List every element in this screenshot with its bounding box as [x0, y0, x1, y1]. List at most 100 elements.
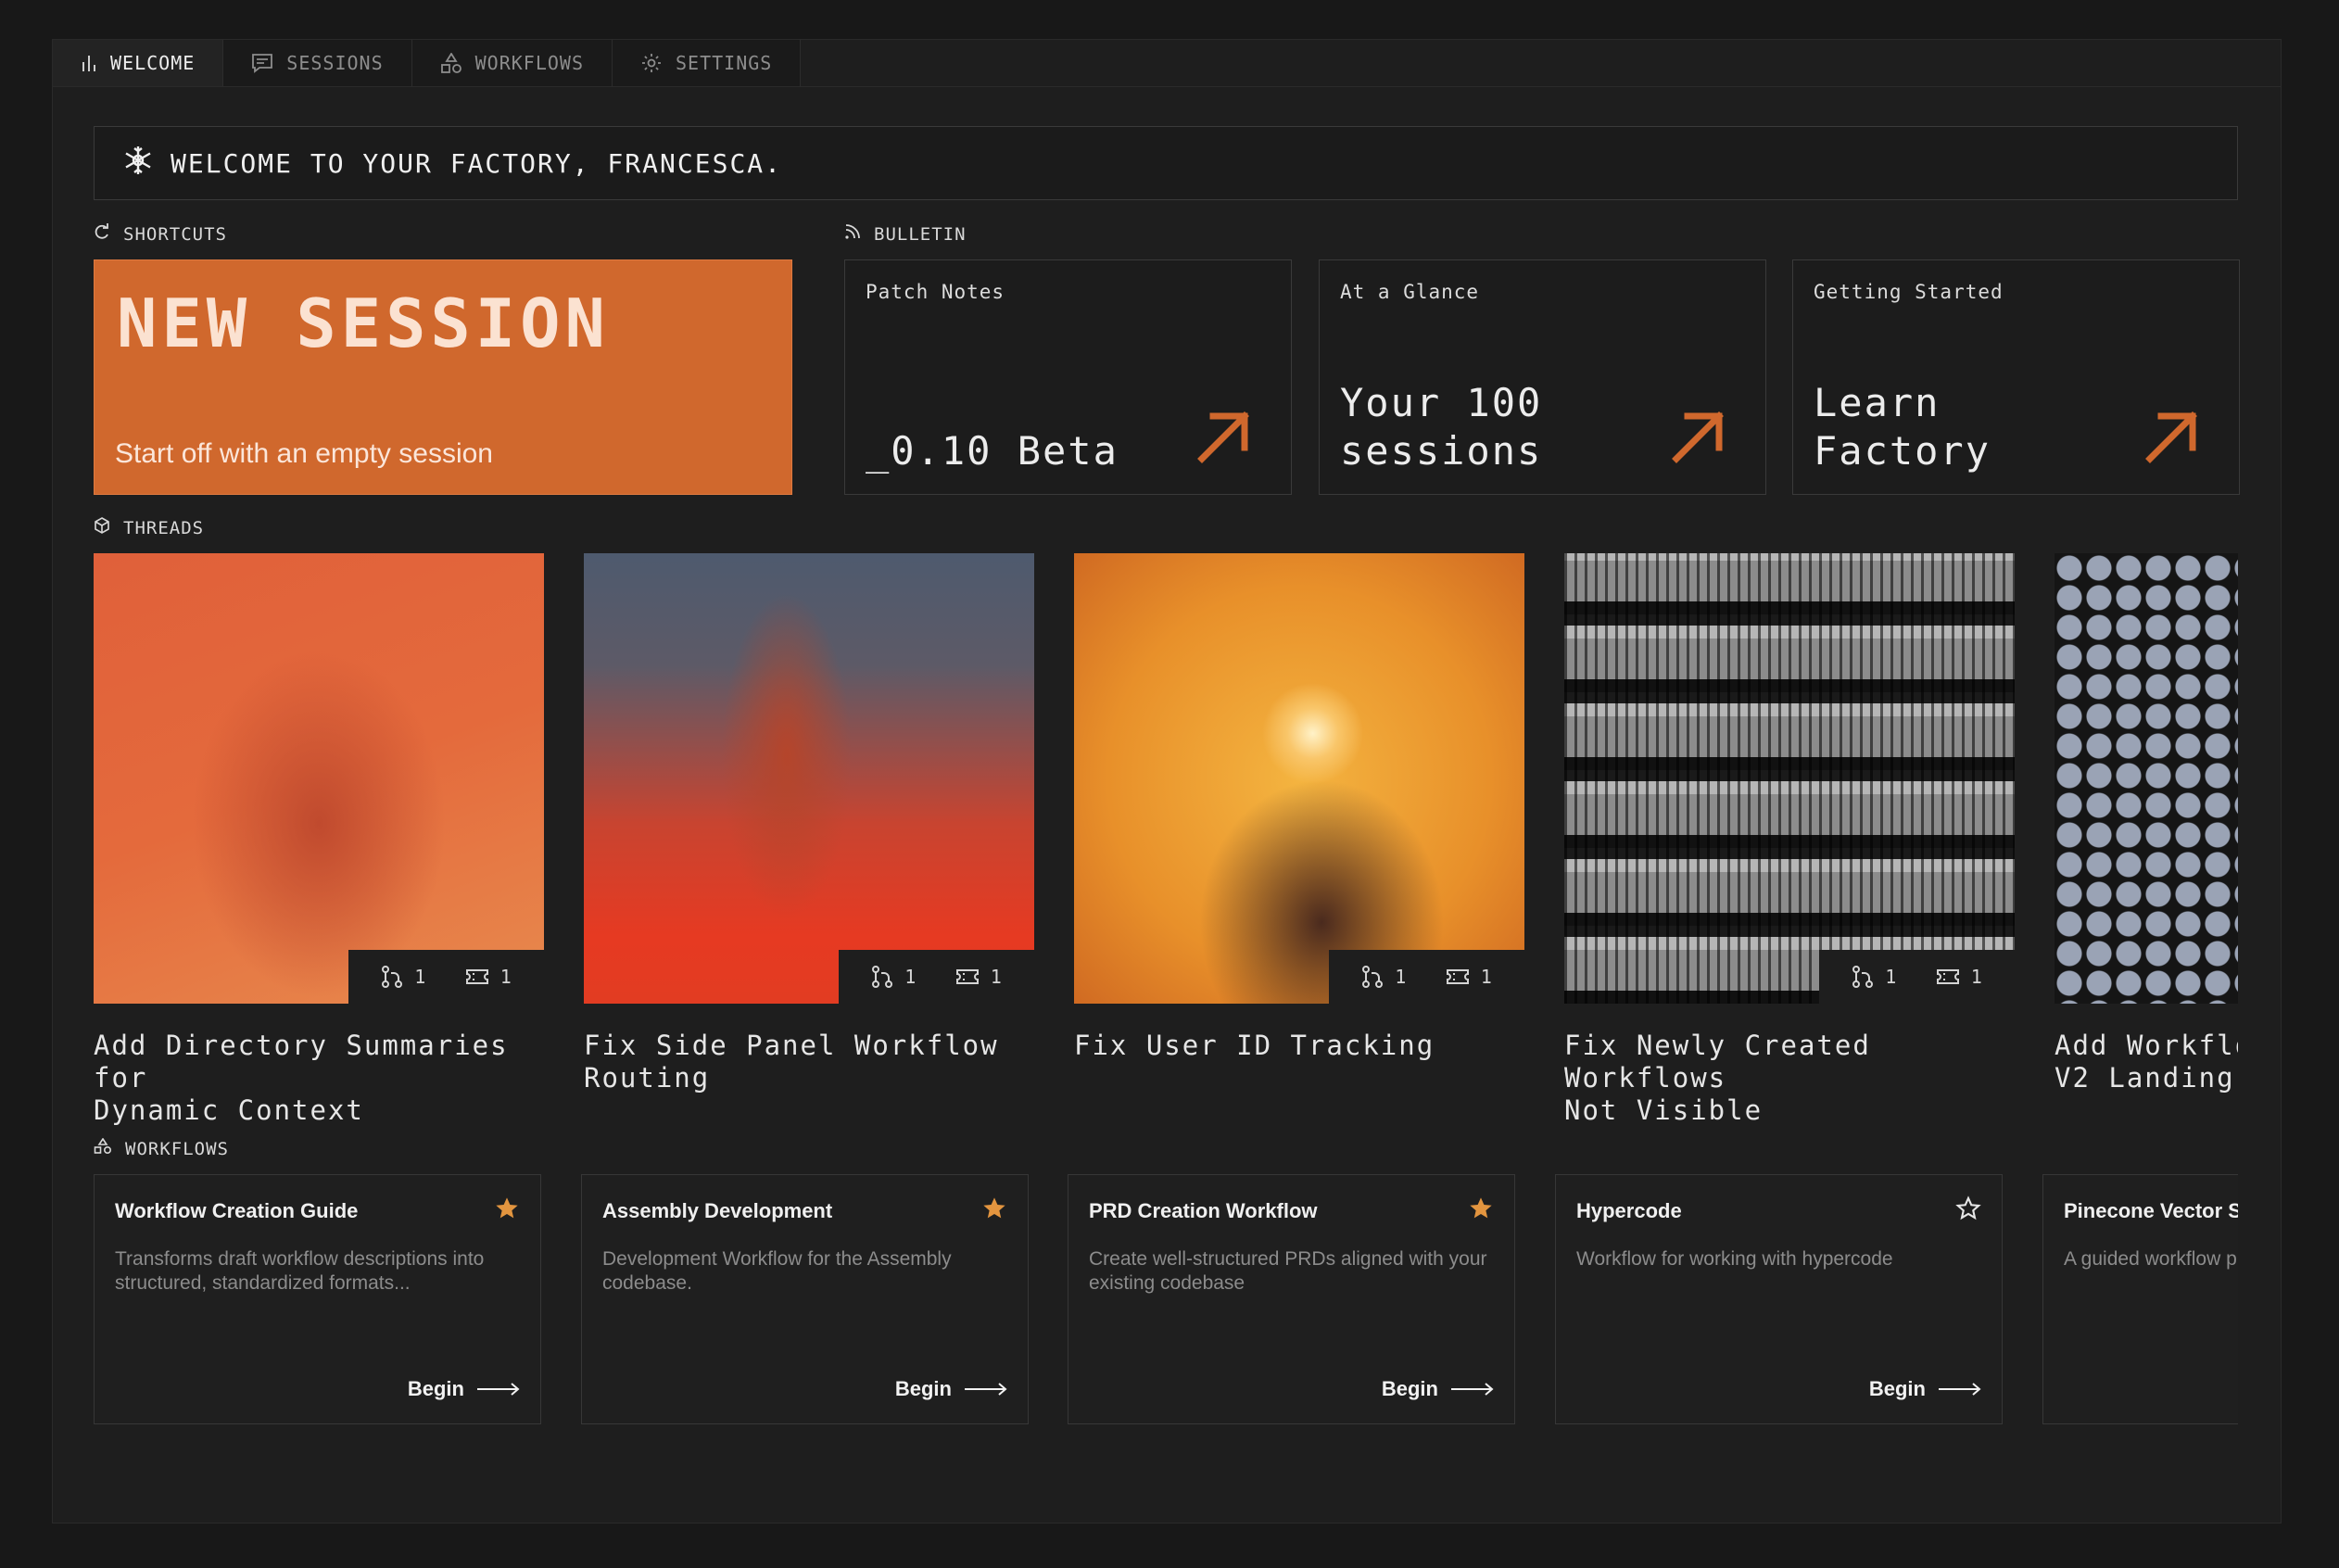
tab-sessions[interactable]: SESSIONS: [223, 40, 412, 86]
ticket-count: 1: [955, 966, 1002, 988]
ticket-count: 1: [1446, 966, 1492, 988]
workflow-description: Development Workflow for the Assembly co…: [602, 1248, 952, 1294]
tab-bar: WELCOME SESSIONS WORKFLOWS SETTINGS: [53, 40, 802, 86]
new-session-title: NEW SESSION: [117, 285, 610, 362]
star-outline-icon[interactable]: [1955, 1195, 1981, 1226]
workflow-description: Workflow for working with hypercode: [1576, 1248, 1893, 1270]
redo-icon: [94, 223, 110, 245]
thread-card[interactable]: 1 1 Fix Newly Created Workflows Not Visi…: [1564, 553, 2015, 1127]
tab-label: SESSIONS: [286, 52, 384, 74]
thread-title: Add Directory Summaries for Dynamic Cont…: [94, 1030, 509, 1126]
bulletin-label: Patch Notes: [866, 281, 1005, 303]
thread-stats: 1 1: [348, 950, 544, 1004]
workflow-name: PRD Creation Workflow: [1089, 1199, 1318, 1222]
threads-carousel: 1 1 Add Directory Summaries for Dynamic …: [94, 553, 2238, 1480]
workflow-name: Hypercode: [1576, 1199, 1682, 1222]
git-branch-icon: [872, 966, 893, 988]
app-window: WELCOME SESSIONS WORKFLOWS SETTINGS WELC…: [52, 39, 2282, 1524]
thread-title: Add Workflow V2 Landing P: [2055, 1030, 2238, 1094]
ticket-icon: [1936, 969, 1959, 984]
thread-card[interactable]: 1 1 Fix User ID Tracking: [1074, 553, 1524, 1062]
begin-button[interactable]: Begin: [408, 1377, 520, 1401]
welcome-text: WELCOME TO YOUR FACTORY, FRANCESCA.: [171, 147, 783, 179]
workflow-description: Create well-structured PRDs aligned with…: [1089, 1248, 1487, 1294]
section-shortcuts: SHORTCUTS: [94, 223, 227, 245]
ticket-count: 1: [465, 966, 512, 988]
section-label: THREADS: [123, 517, 205, 538]
workflow-description: A guided workflow production-ready v: [2064, 1248, 2238, 1270]
arrow-right-icon: [1939, 1383, 1981, 1396]
cube-icon: [94, 517, 110, 538]
branch-count: 1: [1852, 965, 1896, 989]
section-threads: THREADS: [94, 517, 204, 538]
bulletin-label: At a Glance: [1340, 281, 1480, 303]
tab-divider: [53, 86, 2281, 87]
ticket-icon: [955, 969, 979, 984]
branch-count: 1: [381, 965, 425, 989]
bulletin-label: Getting Started: [1814, 281, 2004, 303]
arrow-up-right-icon: [1196, 411, 1250, 468]
workflow-card[interactable]: Hypercode Workflow for working with hype…: [1555, 1174, 2003, 1424]
workflow-name: Workflow Creation Guide: [115, 1199, 359, 1222]
bulletin-headline: _0.10 Beta: [866, 428, 1119, 474]
workflow-card[interactable]: Pinecone Vector S A guided workflow prod…: [2042, 1174, 2238, 1424]
workflow-description: Transforms draft workflow descriptions i…: [115, 1248, 485, 1294]
arrow-up-right-icon: [2144, 411, 2198, 468]
tab-label: SETTINGS: [676, 52, 773, 74]
begin-button[interactable]: Begin: [1382, 1377, 1494, 1401]
bulletin-headline: Your 100 sessions: [1340, 380, 1543, 474]
begin-button[interactable]: Begin: [895, 1377, 1007, 1401]
bulletin-card-getting-started[interactable]: Getting Started Learn Factory: [1792, 259, 2240, 495]
thread-card[interactable]: Add Workflow V2 Landing P: [2055, 553, 2238, 1094]
thread-card[interactable]: 1 1 Fix Side Panel Workflow Routing: [584, 553, 1034, 1094]
workflow-name: Pinecone Vector S: [2064, 1199, 2238, 1222]
thread-image: [2055, 553, 2238, 1004]
arrow-right-icon: [1451, 1383, 1494, 1396]
new-session-subtitle: Start off with an empty session: [115, 438, 493, 469]
thread-image: 1 1: [1564, 553, 2015, 1004]
welcome-banner: WELCOME TO YOUR FACTORY, FRANCESCA.: [94, 126, 2238, 200]
star-filled-icon[interactable]: [494, 1195, 520, 1226]
workflow-card[interactable]: Workflow Creation Guide Transforms draft…: [94, 1174, 541, 1424]
thread-image: 1 1: [584, 553, 1034, 1004]
new-session-button[interactable]: NEW SESSION Start off with an empty sess…: [94, 259, 792, 495]
thread-image: 1 1: [1074, 553, 1524, 1004]
thread-title: Fix User ID Tracking: [1074, 1030, 1435, 1061]
bulletin-card-patch-notes[interactable]: Patch Notes _0.10 Beta: [844, 259, 1292, 495]
thread-card[interactable]: 1 1 Add Directory Summaries for Dynamic …: [94, 553, 544, 1127]
tab-label: WORKFLOWS: [474, 52, 584, 74]
git-branch-icon: [382, 966, 403, 988]
tab-welcome[interactable]: WELCOME: [53, 40, 224, 86]
begin-button[interactable]: Begin: [1869, 1377, 1981, 1401]
tab-workflows[interactable]: WORKFLOWS: [411, 40, 613, 86]
thread-stats: 1 1: [839, 950, 1034, 1004]
workflow-name: Assembly Development: [602, 1199, 833, 1222]
thread-stats: 1 1: [1329, 950, 1524, 1004]
section-label: SHORTCUTS: [123, 223, 227, 245]
arrow-right-icon: [477, 1383, 520, 1396]
bulletin-headline: Learn Factory: [1814, 380, 1991, 474]
star-filled-icon[interactable]: [1468, 1195, 1494, 1226]
ticket-icon: [1446, 969, 1469, 984]
tab-settings[interactable]: SETTINGS: [613, 40, 802, 86]
branch-count: 1: [871, 965, 916, 989]
bulletin-card-at-a-glance[interactable]: At a Glance Your 100 sessions: [1319, 259, 1766, 495]
git-branch-icon: [1362, 966, 1384, 988]
section-label: BULLETIN: [874, 223, 967, 245]
ticket-icon: [465, 969, 488, 984]
chat-icon: [251, 53, 273, 73]
arrow-up-right-icon: [1671, 411, 1725, 468]
arrow-right-icon: [965, 1383, 1007, 1396]
snowflake-icon: [122, 145, 154, 183]
gear-icon: [640, 52, 663, 74]
tab-label: WELCOME: [110, 52, 196, 74]
section-bulletin: BULLETIN: [844, 223, 967, 245]
rss-icon: [844, 223, 861, 245]
workflow-card[interactable]: Assembly Development Development Workflo…: [581, 1174, 1029, 1424]
branch-count: 1: [1361, 965, 1406, 989]
git-branch-icon: [1852, 966, 1874, 988]
shapes-icon: [440, 53, 462, 73]
workflow-card[interactable]: PRD Creation Workflow Create well-struct…: [1068, 1174, 1515, 1424]
bar-chart-icon: [81, 54, 97, 72]
star-filled-icon[interactable]: [981, 1195, 1007, 1226]
